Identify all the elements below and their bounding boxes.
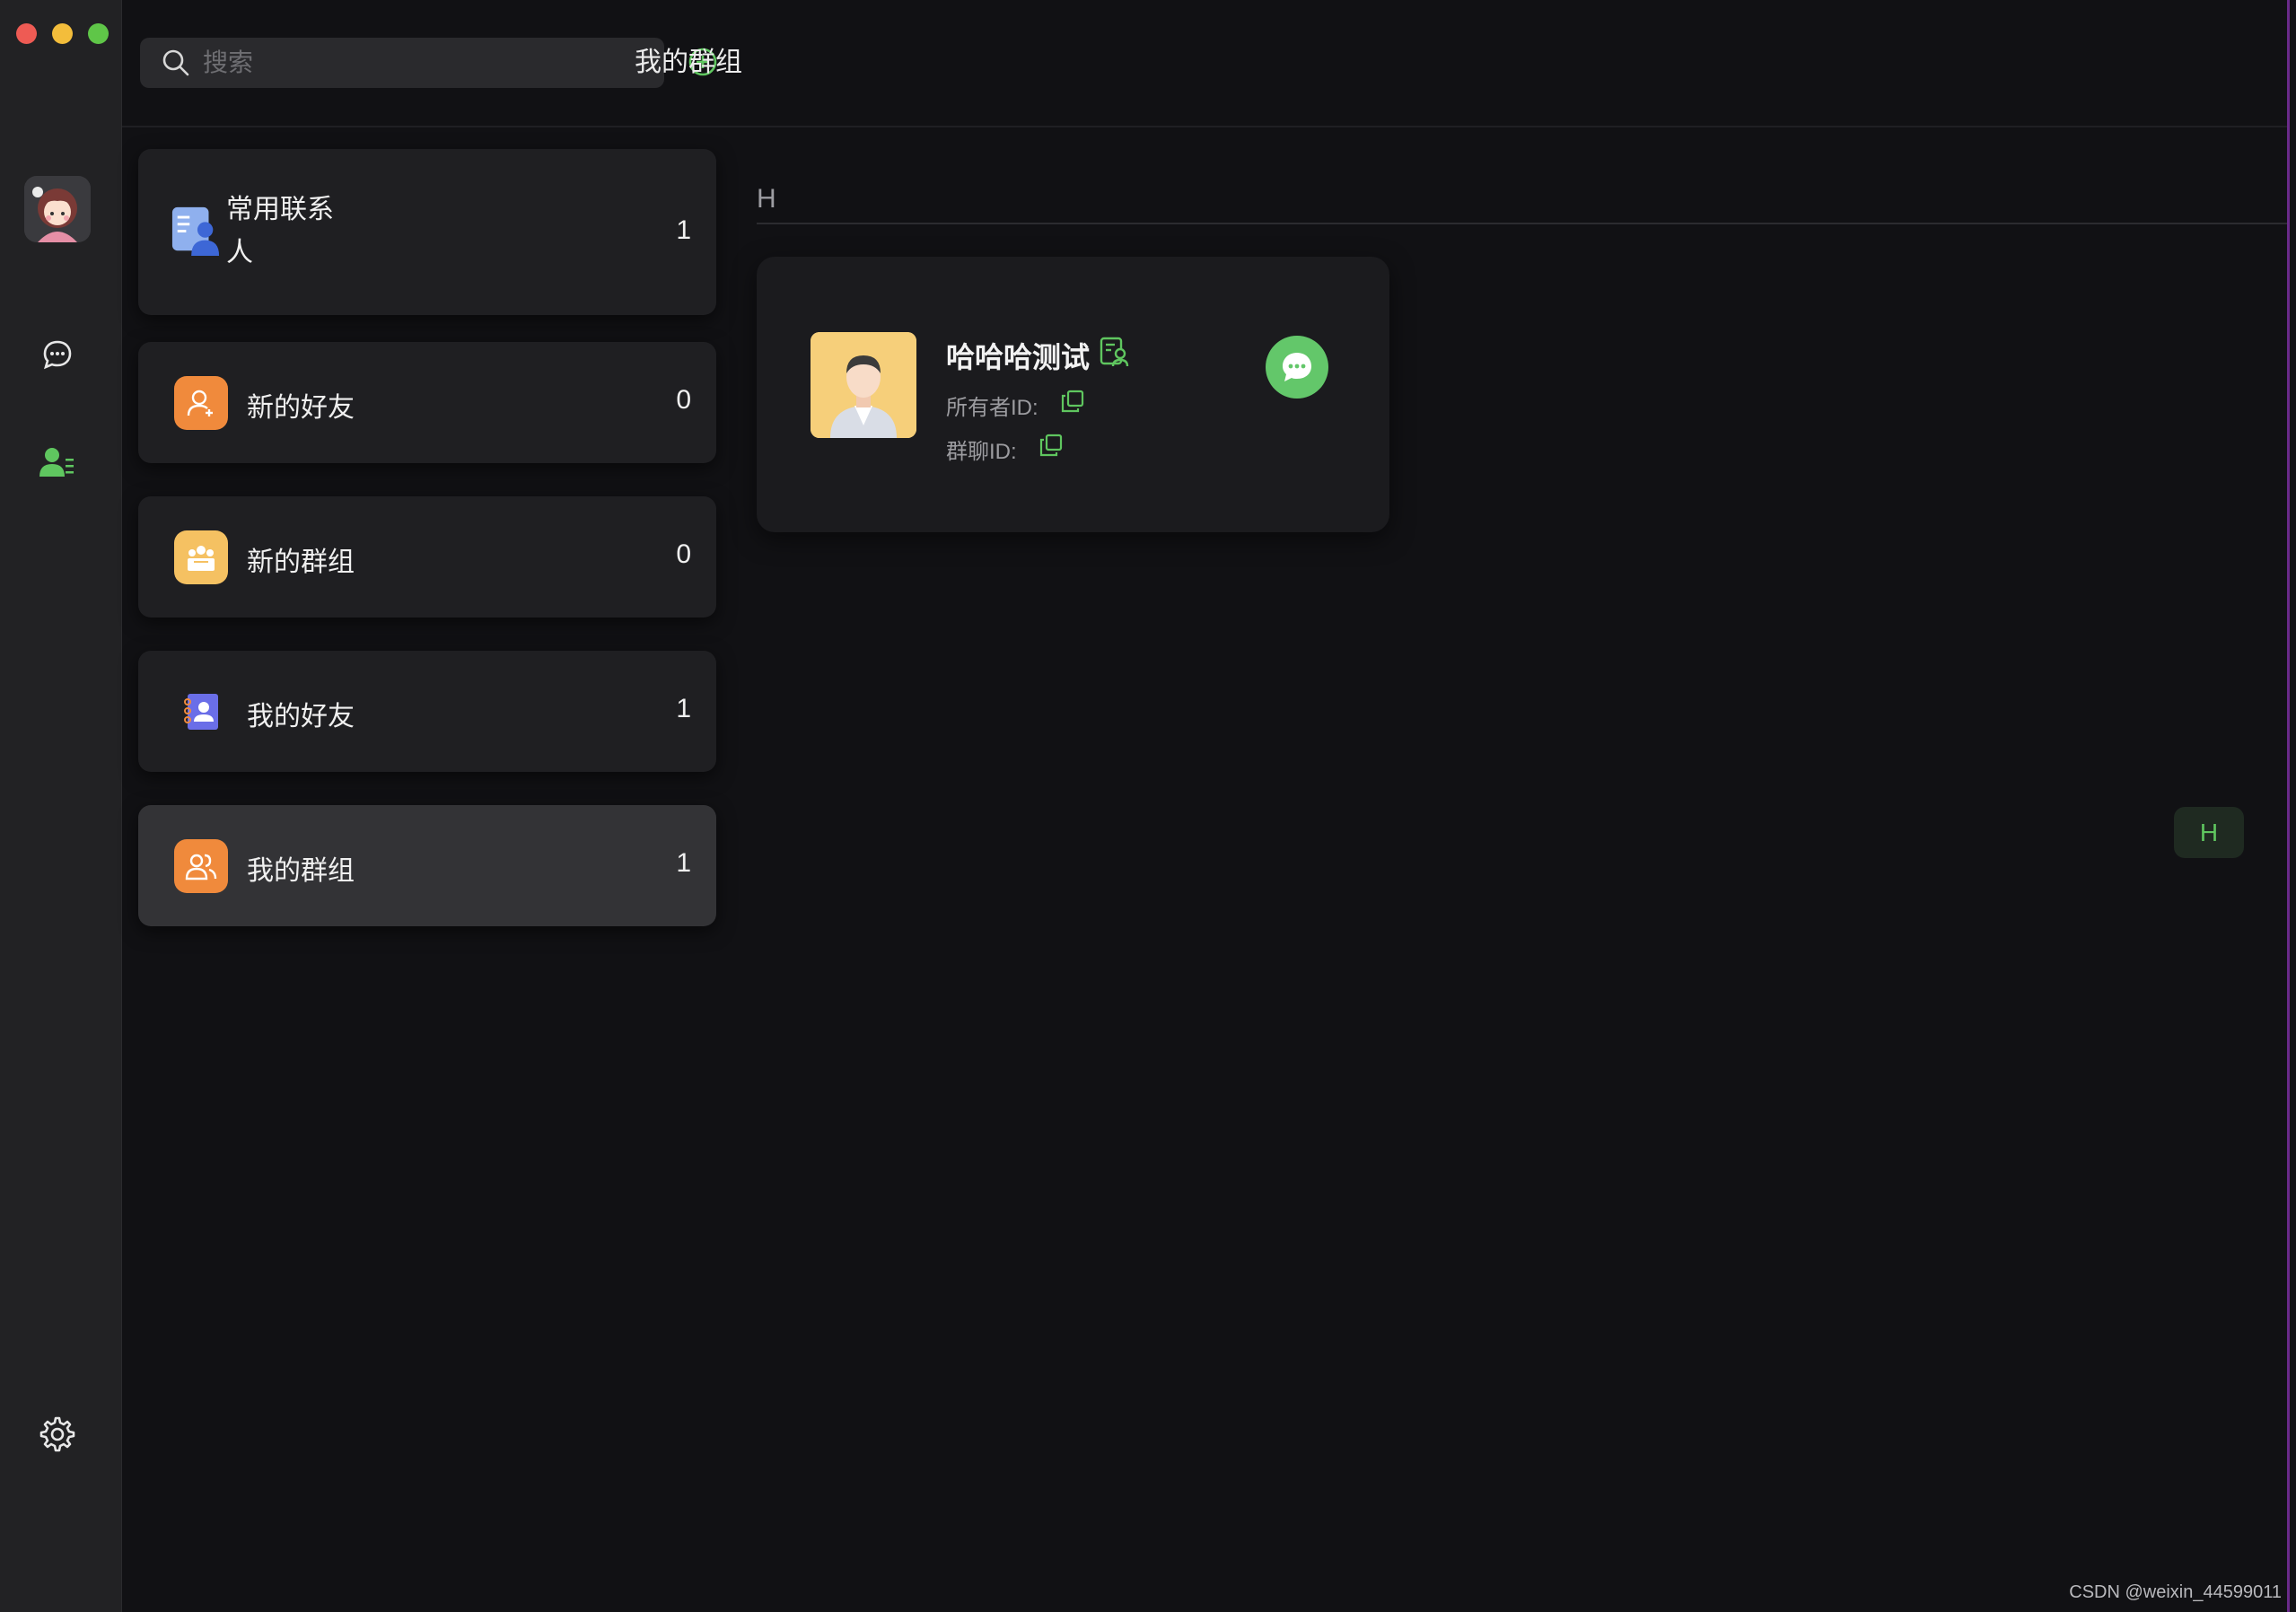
top-header (122, 0, 2287, 127)
search-icon (162, 49, 189, 76)
search-bar (140, 38, 664, 88)
copy-group-id-icon[interactable] (1039, 434, 1063, 461)
search-input[interactable] (201, 48, 635, 78)
maximize-window-button[interactable] (88, 23, 109, 44)
watermark: CSDN @weixin_44599011 (2069, 1582, 2282, 1602)
menu-item-count: 1 (676, 215, 691, 245)
chat-bubble-icon (1283, 353, 1311, 381)
menu-item-count: 0 (676, 385, 691, 415)
menu-item-label: 我的群组 (247, 856, 355, 886)
start-chat-button[interactable] (1266, 336, 1328, 399)
nav-rail (0, 0, 122, 1612)
section-divider (757, 223, 2287, 224)
menu-item-count: 1 (676, 694, 691, 723)
menu-item-my-friends[interactable]: 我的好友 1 (138, 651, 716, 772)
my-groups-icon (174, 839, 228, 893)
page-title: 我的群组 (635, 48, 742, 77)
copy-owner-id-icon[interactable] (1061, 390, 1084, 417)
group-card[interactable]: 哈哈哈测试 所有者ID: 群聊ID: (757, 257, 1389, 532)
settings-icon[interactable] (36, 1413, 79, 1456)
app-window: 我的群组 常用联系人 1 新的好友 0 新的群组 0 我的好友 1 我的群组 1 (0, 0, 2290, 1612)
alphabet-index-button[interactable]: H (2174, 807, 2244, 858)
group-id-label: 群聊ID: (946, 440, 1017, 464)
frequent-contacts-icon (171, 203, 221, 258)
new-friend-icon (174, 376, 228, 430)
menu-item-my-groups[interactable]: 我的群组 1 (138, 805, 716, 926)
menu-item-frequent-contacts[interactable]: 常用联系人 1 (138, 149, 716, 315)
menu-item-count: 1 (676, 848, 691, 878)
minimize-window-button[interactable] (52, 23, 73, 44)
owner-id-label: 所有者ID: (946, 396, 1038, 420)
menu-item-count: 0 (676, 539, 691, 569)
my-friends-icon (174, 685, 228, 739)
menu-item-label: 新的群组 (247, 548, 355, 577)
close-window-button[interactable] (16, 23, 37, 44)
section-letter: H (757, 184, 776, 214)
group-name: 哈哈哈测试 (946, 341, 1091, 373)
user-avatar[interactable] (24, 176, 91, 242)
menu-item-label: 常用联系人 (226, 195, 334, 267)
group-info-icon[interactable] (1099, 336, 1131, 372)
group-avatar[interactable] (811, 332, 916, 438)
menu-item-new-groups[interactable]: 新的群组 0 (138, 496, 716, 618)
menu-item-label: 我的好友 (247, 702, 355, 732)
chat-nav-icon[interactable] (36, 333, 79, 376)
contacts-nav-icon[interactable] (36, 441, 79, 484)
new-group-icon (174, 530, 228, 584)
menu-item-new-friends[interactable]: 新的好友 0 (138, 342, 716, 463)
menu-item-label: 新的好友 (247, 393, 355, 423)
